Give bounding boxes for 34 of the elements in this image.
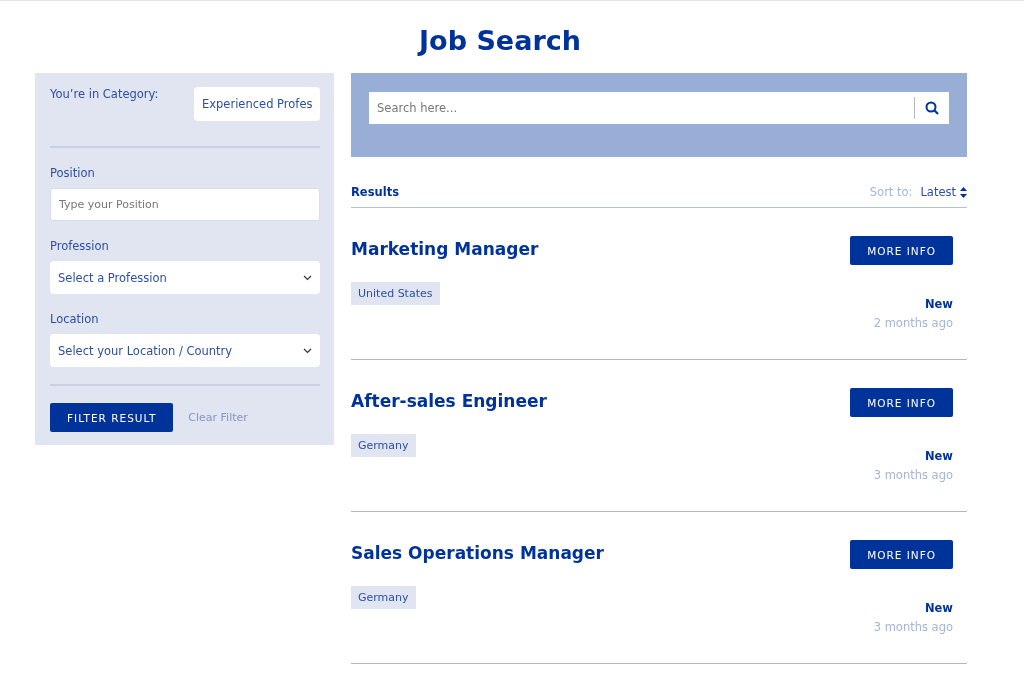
results-heading: Results	[351, 185, 399, 199]
posted-time: 3 months ago	[873, 620, 953, 634]
location-label: Location	[50, 312, 100, 326]
category-select[interactable]: Experienced Profes	[194, 87, 320, 121]
chevron-down-icon	[303, 347, 312, 354]
category-label: You’re in Category:	[50, 87, 159, 101]
chevron-down-icon	[303, 274, 312, 281]
search-icon	[924, 101, 939, 115]
sort-select[interactable]: Latest	[920, 185, 967, 199]
profession-select[interactable]: Select a Profession	[50, 261, 320, 294]
page-title: Job Search	[416, 24, 582, 58]
more-info-button[interactable]: MORE INFO	[850, 236, 953, 265]
job-title[interactable]: Sales Operations Manager	[351, 543, 604, 563]
new-label: New	[924, 601, 953, 615]
search-button[interactable]	[914, 92, 949, 124]
sort-label: Sort to:	[869, 185, 913, 199]
more-info-button[interactable]: MORE INFO	[850, 388, 953, 417]
more-info-button[interactable]: MORE INFO	[850, 540, 953, 569]
new-label: New	[924, 449, 953, 463]
location-select[interactable]: Select your Location / Country	[50, 334, 320, 367]
position-input[interactable]: Type your Position	[50, 188, 320, 221]
filter-result-button[interactable]: FILTER RESULT	[50, 403, 174, 432]
search-field[interactable]: Search here...	[369, 92, 914, 124]
location-tag: Germany	[351, 434, 416, 457]
sort-icon	[960, 186, 967, 198]
location-tag: Germany	[351, 586, 416, 609]
position-label: Position	[50, 166, 96, 180]
job-title[interactable]: After-sales Engineer	[351, 391, 547, 411]
posted-time: 3 months ago	[873, 468, 953, 482]
job-title[interactable]: Marketing Manager	[351, 239, 539, 259]
posted-time: 2 months ago	[873, 316, 953, 330]
profession-label: Profession	[50, 239, 110, 253]
new-label: New	[924, 297, 953, 311]
location-tag: United States	[351, 282, 440, 305]
